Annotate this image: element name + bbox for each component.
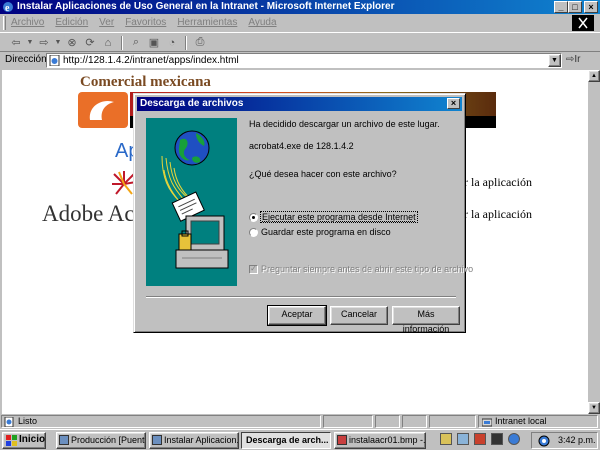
tray-quick-icons: [440, 433, 520, 445]
taskbar-item[interactable]: Producción [Puent...: [56, 432, 146, 449]
title-bar[interactable]: e Instalar Aplicaciones de Uso General e…: [0, 0, 600, 14]
app-icon: [59, 435, 69, 445]
address-dropdown-icon[interactable]: ▼: [548, 54, 561, 67]
toolbar-separator: [121, 35, 123, 50]
dialog-title: Descarga de archivos: [140, 98, 244, 109]
brand-logo: [78, 92, 128, 128]
system-tray: 3:42 p.m.: [531, 432, 598, 449]
more-info-button[interactable]: Más información: [392, 306, 460, 334]
brand-name: Comercial mexicana: [80, 74, 211, 90]
dialog-file-name: acrobat4.exe de 128.1.4.2: [249, 141, 354, 151]
tray-app-icon[interactable]: [474, 433, 486, 445]
install-link-1[interactable]: r la aplicación: [464, 175, 532, 190]
download-dialog: Descarga de archivos × Ha decidido desca…: [133, 93, 473, 334]
ie-throbber-icon: [572, 15, 594, 31]
close-button[interactable]: ×: [584, 1, 598, 13]
window-title: Instalar Aplicaciones de Uso General en …: [17, 1, 395, 12]
start-button[interactable]: Inicio: [2, 432, 46, 449]
back-dropdown-icon[interactable]: ▼: [26, 35, 34, 50]
ie-app-icon: [152, 435, 162, 445]
ie-icon: e: [3, 2, 13, 13]
back-icon[interactable]: ⇦: [8, 35, 24, 50]
search-icon[interactable]: ⌕: [128, 35, 144, 50]
run-option-label[interactable]: Ejecutar este programa desde Internet: [260, 211, 418, 223]
menu-herramientas[interactable]: Herramientas: [177, 17, 237, 28]
svg-text:e: e: [5, 3, 10, 13]
tray-app-icon[interactable]: [508, 433, 520, 445]
forward-dropdown-icon[interactable]: ▼: [54, 35, 62, 50]
page-status-icon: [4, 417, 14, 427]
run-radio[interactable]: [249, 213, 258, 222]
download-illustration: [146, 118, 237, 286]
dialog-question: ¿Qué desea hacer con este archivo?: [249, 169, 397, 179]
zone-panel: Intranet local: [478, 415, 598, 428]
paint-app-icon: [337, 435, 347, 445]
dialog-divider: [146, 296, 456, 298]
clock[interactable]: 3:42 p.m.: [558, 435, 596, 445]
toolbar: ⇦ ▼ ⇨ ▼ ⊗ ⟳ ⌂ ⌕ ▣ ◔ ⎙: [0, 32, 600, 52]
status-panel: [402, 415, 427, 428]
menu-ayuda[interactable]: Ayuda: [248, 17, 276, 28]
menu-edicion[interactable]: Edición: [55, 17, 88, 28]
menu-bar: Archivo Edición Ver Favoritos Herramient…: [0, 14, 600, 32]
start-label: Inicio: [19, 434, 46, 445]
cancel-button[interactable]: Cancelar: [330, 306, 388, 325]
tray-app-icon[interactable]: [440, 433, 452, 445]
menu-ver[interactable]: Ver: [99, 17, 114, 28]
intranet-zone-icon: [482, 418, 492, 427]
status-bar: Listo Intranet local: [0, 414, 600, 429]
maximize-button[interactable]: □: [568, 1, 582, 13]
go-button[interactable]: ⇨Ir: [566, 54, 581, 65]
menu-favoritos[interactable]: Favoritos: [125, 17, 166, 28]
taskbar-item[interactable]: instalaacr01.bmp -...: [334, 432, 426, 449]
save-option-label[interactable]: Guardar este programa en disco: [261, 227, 391, 237]
always-ask-checkbox[interactable]: ✓: [249, 265, 258, 274]
minimize-button[interactable]: _: [554, 1, 568, 13]
globe-icon: [174, 130, 210, 166]
dialog-close-button[interactable]: ×: [447, 98, 460, 109]
home-icon[interactable]: ⌂: [100, 35, 116, 50]
dialog-message: Ha decidido descargar un archivo de este…: [249, 119, 440, 129]
toolbar-separator: [185, 35, 187, 50]
windows-logo-icon: [6, 435, 17, 446]
status-panel: [375, 415, 400, 428]
refresh-icon[interactable]: ⟳: [82, 35, 98, 50]
address-field[interactable]: http://128.1.4.2/intranet/apps/index.htm…: [46, 53, 562, 68]
install-link-2[interactable]: r la aplicación: [464, 207, 532, 222]
page-icon: [49, 55, 60, 66]
address-label: Dirección: [5, 54, 47, 65]
taskbar-item-active[interactable]: Descarga de arch...: [241, 432, 331, 449]
status-panel: [429, 415, 476, 428]
forward-icon[interactable]: ⇨: [36, 35, 52, 50]
menu-archivo[interactable]: Archivo: [11, 17, 44, 28]
taskbar: Inicio Producción [Puent... Instalar Apl…: [0, 429, 600, 450]
vertical-scrollbar[interactable]: ▲ ▼: [588, 70, 600, 414]
tray-app-icon[interactable]: [457, 433, 469, 445]
tray-app-icon[interactable]: [491, 433, 503, 445]
dialog-title-bar[interactable]: Descarga de archivos ×: [137, 97, 462, 111]
favorites-icon[interactable]: ▣: [146, 35, 162, 50]
address-bar: Dirección http://128.1.4.2/intranet/apps…: [0, 52, 600, 68]
stop-icon[interactable]: ⊗: [64, 35, 80, 50]
status-text: Listo: [18, 416, 38, 426]
computer-icon: [175, 215, 229, 269]
print-icon[interactable]: ⎙: [192, 35, 208, 50]
address-url: http://128.1.4.2/intranet/apps/index.htm…: [63, 55, 239, 66]
zone-text: Intranet local: [495, 416, 547, 426]
adobe-heading: Adobe Acr: [42, 201, 143, 226]
menu-grip[interactable]: [3, 16, 6, 30]
scroll-up-icon[interactable]: ▲: [588, 70, 600, 82]
scroll-down-icon[interactable]: ▼: [588, 402, 600, 414]
taskbar-item[interactable]: Instalar Aplicacion...: [149, 432, 239, 449]
always-ask-label: Preguntar siempre antes de abrir este ti…: [261, 264, 474, 274]
save-radio[interactable]: [249, 228, 258, 237]
network-tray-icon[interactable]: [538, 435, 550, 447]
history-icon[interactable]: ◔: [164, 35, 180, 50]
accept-button[interactable]: Aceptar: [267, 305, 327, 326]
status-main-panel: Listo: [1, 415, 321, 428]
status-panel: [323, 415, 373, 428]
